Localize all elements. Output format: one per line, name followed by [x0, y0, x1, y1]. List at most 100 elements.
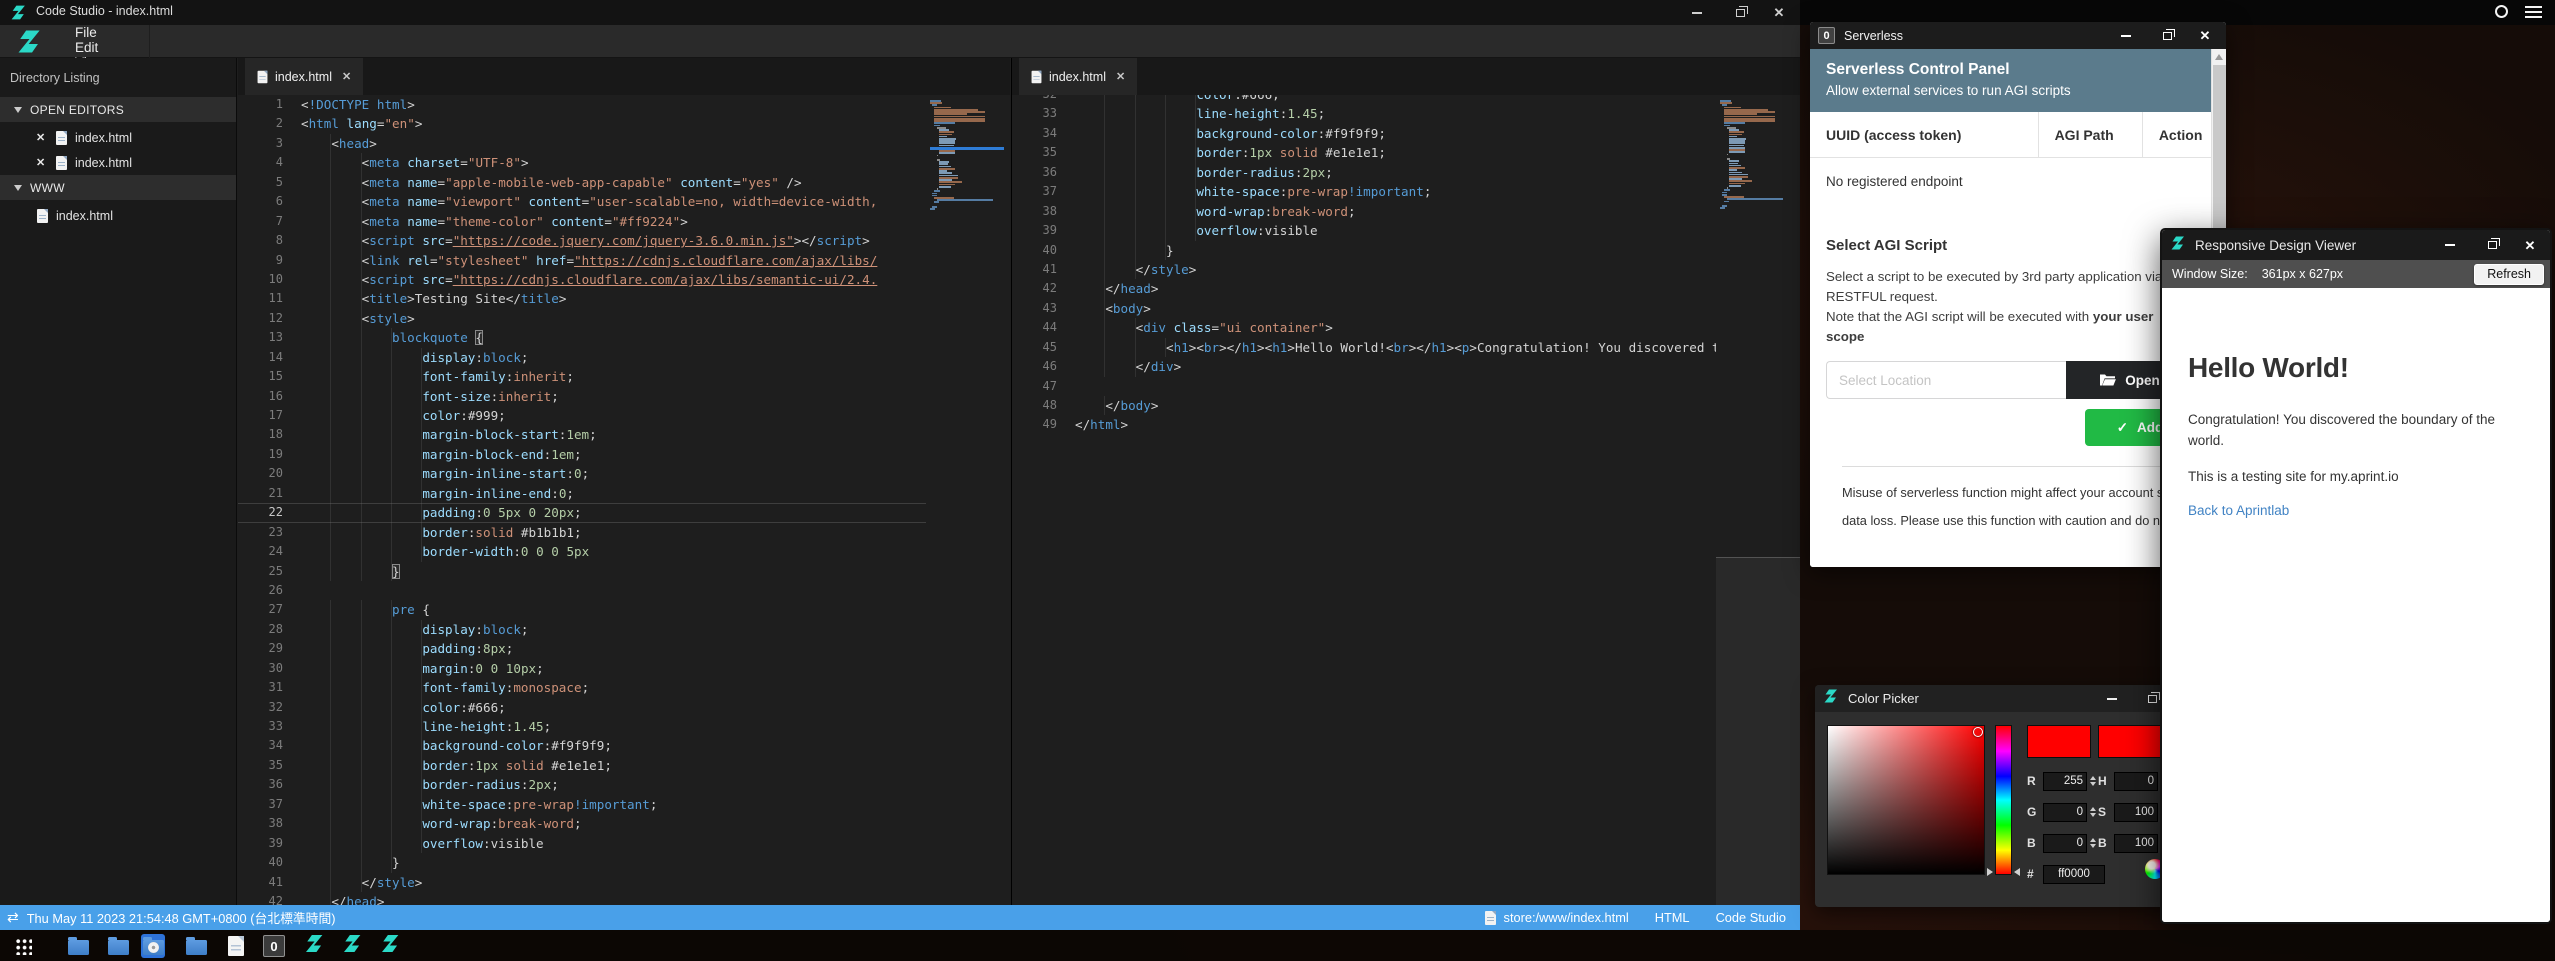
line-number: 37: [1012, 182, 1057, 201]
stepper-icon[interactable]: [2090, 776, 2096, 787]
tab-close-icon[interactable]: ✕: [1116, 70, 1125, 83]
refresh-button[interactable]: Refresh: [2474, 264, 2544, 285]
taskbar-media-folder[interactable]: [141, 934, 165, 958]
taskbar-serverless-app[interactable]: 0: [262, 934, 286, 958]
taskbar-code-studio-3[interactable]: [378, 934, 402, 958]
close-icon[interactable]: ✕: [36, 131, 50, 144]
taskbar-folder-1[interactable]: [66, 934, 90, 958]
stepper-up-icon[interactable]: [2090, 807, 2096, 811]
field-input[interactable]: [2043, 834, 2087, 853]
code-line: 41</style>: [238, 873, 1010, 892]
stepper-up-icon[interactable]: [2090, 776, 2096, 780]
line-number: 38: [1012, 202, 1057, 221]
line-number: 19: [238, 445, 283, 464]
taskbar-app-grid[interactable]: [11, 934, 35, 958]
app-grid-icon: [15, 938, 32, 955]
select-location-input[interactable]: [1826, 361, 2066, 399]
sidebar-file-item[interactable]: ✕index.html: [0, 125, 236, 150]
line-number: 47: [1012, 377, 1057, 396]
field-input[interactable]: [2114, 834, 2158, 853]
code-line: 39overflow:visible: [1012, 221, 1800, 240]
minimize-button[interactable]: [2111, 22, 2141, 49]
field-input[interactable]: [2114, 772, 2158, 791]
table-header-cell: UUID (access token): [1810, 112, 2039, 157]
hue-arrow-left-icon[interactable]: [1987, 868, 1993, 876]
editor-pane-2[interactable]: index.html ✕ 32color:#666;33line-height:…: [1011, 58, 1800, 905]
field-label: B: [2098, 836, 2114, 850]
saturation-value-field[interactable]: [1827, 725, 1985, 875]
code-line: 11<title>Testing Site</title>: [238, 289, 1010, 308]
minimize-button[interactable]: [1680, 0, 1714, 25]
hex-input[interactable]: [2043, 865, 2105, 884]
editor-pane-1[interactable]: index.html ✕ 1<!DOCTYPE html>2<html lang…: [238, 58, 1010, 905]
minimap-viewport[interactable]: [1716, 557, 1800, 905]
status-ring-icon[interactable]: [2495, 5, 2508, 18]
color-selection-ring[interactable]: [1973, 727, 1983, 737]
code-studio-titlebar[interactable]: Code Studio - index.html ✕: [0, 0, 1800, 25]
restore-button[interactable]: [1723, 0, 1757, 25]
hue-slider[interactable]: [1995, 725, 2012, 875]
code-text: <div class="ui container">: [1057, 318, 1333, 337]
system-menu-icon[interactable]: [2525, 6, 2542, 18]
line-number: 41: [238, 873, 283, 892]
code-line: 32color:#666;: [1012, 95, 1800, 104]
serverless-titlebar[interactable]: 0 Serverless ✕: [1810, 22, 2226, 49]
code-line: 34background-color:#f9f9f9;: [238, 736, 1010, 755]
taskbar-code-studio-2[interactable]: [340, 934, 364, 958]
field-input[interactable]: [2043, 803, 2087, 822]
taskbar-document[interactable]: [224, 934, 248, 958]
code-line: 35border:1px solid #e1e1e1;: [238, 756, 1010, 775]
close-button[interactable]: ✕: [2190, 22, 2220, 49]
line-number: 18: [238, 425, 283, 444]
chevron-down-icon: [14, 107, 22, 113]
color-field-h: H: [2098, 770, 2167, 792]
sidebar-file-item[interactable]: index.html: [0, 203, 236, 228]
tab-index-html-2[interactable]: index.html ✕: [1019, 58, 1137, 95]
close-button[interactable]: ✕: [2514, 230, 2546, 260]
stepper-down-icon[interactable]: [2090, 844, 2096, 848]
minimize-button[interactable]: [2097, 685, 2127, 712]
line-number: 32: [238, 698, 283, 717]
serverless-app-icon: 0: [1818, 27, 1835, 44]
scroll-up-icon[interactable]: [2215, 54, 2223, 60]
responsive-viewer-titlebar[interactable]: Responsive Design Viewer ✕: [2162, 230, 2550, 260]
status-language[interactable]: HTML: [1655, 910, 1690, 925]
warning-line: data loss. Please use this function with…: [1842, 507, 2179, 535]
tab-index-html-1[interactable]: index.html ✕: [245, 58, 363, 95]
code-studio-logo-icon: [380, 933, 401, 959]
code-text: <style>: [283, 309, 415, 328]
maximize-button[interactable]: [2476, 230, 2508, 260]
status-file-path[interactable]: store:/www/index.html: [1504, 910, 1629, 925]
taskbar-code-studio-1[interactable]: [302, 934, 326, 958]
sidebar-section-open-editors[interactable]: OPEN EDITORS: [0, 97, 236, 122]
field-input[interactable]: [2114, 803, 2158, 822]
line-number: 31: [238, 678, 283, 697]
taskbar-folder-2[interactable]: [106, 934, 130, 958]
minimap-2[interactable]: [1716, 95, 1800, 905]
color-picker-titlebar[interactable]: Color Picker: [1815, 685, 2205, 712]
page-paragraph-2: This is a testing site for my.aprint.io: [2188, 467, 2524, 488]
code-editor-2[interactable]: 32color:#666;33line-height:1.45;34backgr…: [1012, 95, 1800, 905]
stepper-up-icon[interactable]: [2090, 838, 2096, 842]
stepper-icon[interactable]: [2090, 838, 2096, 849]
sidebar-file-item[interactable]: ✕index.html: [0, 150, 236, 175]
field-input[interactable]: [2043, 772, 2087, 791]
minimap-1[interactable]: [926, 95, 1010, 905]
hue-arrow-right-icon[interactable]: [2014, 868, 2020, 876]
tab-close-icon[interactable]: ✕: [342, 70, 351, 83]
sidebar-section-www[interactable]: WWW: [0, 175, 236, 200]
minimize-button[interactable]: [2434, 230, 2466, 260]
menu-item-file[interactable]: File: [58, 25, 150, 40]
close-button[interactable]: ✕: [1762, 0, 1796, 25]
back-to-aprintlab-link[interactable]: Back to Aprintlab: [2188, 503, 2524, 518]
taskbar-folder-3[interactable]: [184, 934, 208, 958]
stepper-icon[interactable]: [2090, 807, 2096, 818]
line-number: 14: [238, 348, 283, 367]
stepper-down-icon[interactable]: [2090, 813, 2096, 817]
code-editor-1[interactable]: 1<!DOCTYPE html>2<html lang="en">3<head>…: [238, 95, 1010, 905]
maximize-button[interactable]: [2152, 22, 2182, 49]
stepper-down-icon[interactable]: [2090, 782, 2096, 786]
menu-item-edit[interactable]: Edit: [58, 40, 150, 55]
close-icon[interactable]: ✕: [36, 156, 50, 169]
code-line: 33line-height:1.45;: [238, 717, 1010, 736]
